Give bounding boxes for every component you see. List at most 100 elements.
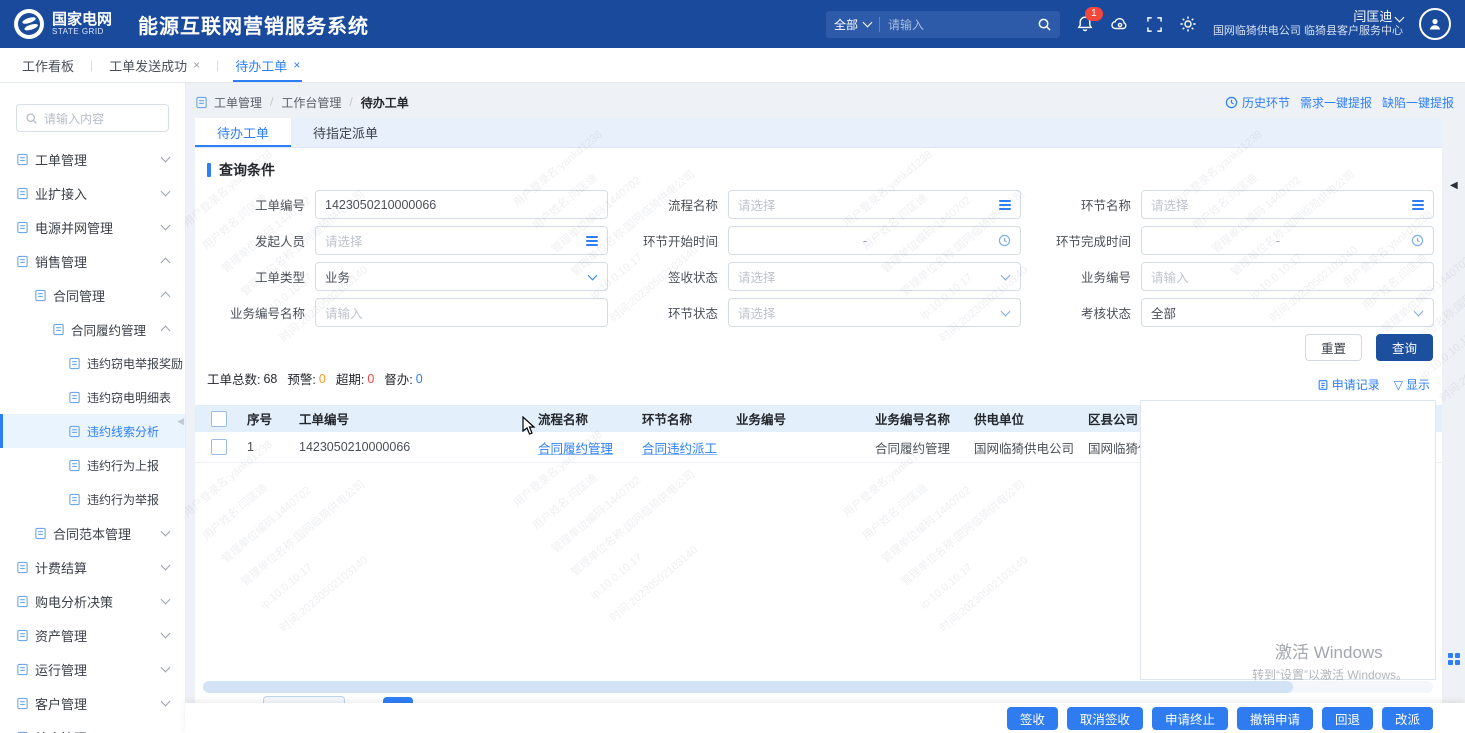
tab-todo-orders[interactable]: 待办工单×	[229, 48, 306, 82]
widget-grid-icon[interactable]	[1448, 653, 1461, 666]
tab-work-dashboard[interactable]: 工作看板	[16, 48, 80, 82]
close-icon[interactable]: ×	[193, 58, 200, 72]
sidebar-item-business-expansion[interactable]: 业扩接入	[0, 176, 185, 210]
user-info[interactable]: 闫匡迪 国网临猗供电公司 临猗县客户服务中心	[1213, 9, 1403, 39]
sidebar-item-operation-management[interactable]: 运行管理	[0, 652, 185, 686]
tab-order-sent[interactable]: 工单发送成功×	[103, 48, 206, 82]
breadcrumb-item[interactable]: 工单管理	[214, 94, 262, 111]
defect-report-link[interactable]: 缺陷一键提报	[1382, 94, 1454, 111]
tab-to-assign[interactable]: 待指定派单	[291, 118, 400, 147]
select-all-checkbox[interactable]	[211, 411, 227, 427]
close-icon[interactable]: ×	[293, 58, 300, 72]
sidebar-item-contract-template[interactable]: 合同范本管理	[0, 516, 185, 550]
sidebar-item-comprehensive-management[interactable]: 综合管理	[0, 720, 185, 733]
search-button[interactable]: 查询	[1376, 334, 1433, 361]
horizontal-scrollbar[interactable]	[203, 681, 1433, 693]
revoke-apply-button[interactable]: 撤销申请	[1237, 707, 1313, 730]
history-steps-link[interactable]: 历史环节	[1225, 94, 1290, 111]
sidebar-item-contract-performance[interactable]: 合同履约管理	[0, 312, 185, 346]
sidebar-item-billing-settlement[interactable]: 计费结算	[0, 550, 185, 584]
sidebar-item-violation-detail-table[interactable]: 违约窃电明细表	[0, 380, 185, 414]
sidebar-item-work-order-management[interactable]: 工单管理	[0, 142, 185, 176]
chevron-up-icon	[161, 292, 171, 302]
avatar[interactable]	[1419, 8, 1451, 40]
field-placeholder: 请输入	[1151, 267, 1424, 286]
step-start-time-range[interactable]: -	[728, 226, 1021, 255]
row-checkbox[interactable]	[211, 439, 227, 455]
field-step-name: 环节名称 请选择	[1021, 190, 1434, 219]
apply-record-link[interactable]: 申请记录	[1317, 376, 1380, 393]
sidebar-item-power-purchase-analysis[interactable]: 购电分析决策	[0, 584, 185, 618]
sidebar: 请输入内容 工单管理 业扩接入 电源并网管理 销售管理 合同管理 合同履约管理 …	[0, 82, 186, 733]
search-scope-select[interactable]: 全部	[834, 16, 871, 33]
doc-icon	[16, 663, 29, 676]
sidebar-item-violation-behavior-report[interactable]: 违约行为上报	[0, 448, 185, 482]
initiator-picker[interactable]: 请选择	[315, 226, 608, 255]
order-no-input[interactable]: 1423050210000066	[315, 190, 608, 219]
reset-button[interactable]: 重置	[1305, 334, 1362, 361]
sidebar-item-power-grid-connection[interactable]: 电源并网管理	[0, 210, 185, 244]
step-name-picker[interactable]: 请选择	[1141, 190, 1434, 219]
sidebar-item-sales-management[interactable]: 销售管理	[0, 244, 185, 278]
doc-icon	[16, 221, 29, 234]
field-label: 考核状态	[1021, 303, 1141, 322]
cloud-icon[interactable]	[1110, 15, 1130, 33]
sidebar-item-customer-management[interactable]: 客户管理	[0, 686, 185, 720]
global-search[interactable]: 全部 请输入	[826, 11, 1060, 38]
step-link[interactable]: 合同违约派工	[642, 442, 717, 456]
process-name-picker[interactable]: 请选择	[728, 190, 1021, 219]
process-link[interactable]: 合同履约管理	[538, 442, 613, 456]
sidebar-item-asset-management[interactable]: 资产管理	[0, 618, 185, 652]
sidebar-item-violation-behavior-tipoff[interactable]: 违约行为举报	[0, 482, 185, 516]
gear-icon[interactable]	[1179, 15, 1197, 33]
sign-button[interactable]: 签收	[1007, 707, 1058, 730]
sidebar-item-label: 违约行为上报	[87, 457, 159, 474]
brand: 国家电网 STATE GRID 能源互联网营销服务系统	[0, 9, 369, 39]
step-finish-time-range[interactable]: -	[1141, 226, 1434, 255]
biz-no-input[interactable]: 请输入	[1141, 262, 1434, 291]
brand-name-cn: 国家电网	[52, 12, 112, 27]
chevron-down-icon	[161, 663, 171, 673]
clock-icon	[1225, 96, 1238, 109]
assess-status-select[interactable]: 全部	[1141, 298, 1434, 327]
step-status-select[interactable]: 请选择	[728, 298, 1021, 327]
stat-total-label: 工单总数:	[207, 369, 260, 388]
sidebar-collapse-handle-icon[interactable]: ◀	[177, 416, 184, 427]
link-label: 显示	[1406, 376, 1430, 393]
field-label: 业务编号名称	[195, 303, 315, 322]
tab-todo[interactable]: 待办工单	[195, 118, 291, 147]
sidebar-item-violation-report-reward[interactable]: 违约窃电举报奖励	[0, 346, 185, 380]
sidebar-item-violation-clue-analysis[interactable]: 违约线索分析	[0, 414, 185, 448]
sidebar-item-label: 购电分析决策	[35, 592, 113, 611]
link-label: 需求一键提报	[1300, 94, 1372, 111]
user-org: 国网临猗供电公司 临猗县客户服务中心	[1213, 24, 1403, 39]
doc-icon	[34, 289, 47, 302]
order-type-select[interactable]: 业务	[315, 262, 608, 291]
search-input[interactable]: 请输入	[888, 16, 1037, 33]
breadcrumb-item[interactable]: 工作台管理	[281, 94, 341, 111]
scrollbar-thumb[interactable]	[203, 681, 1293, 693]
divider: |	[90, 58, 93, 72]
rollback-button[interactable]: 回退	[1322, 707, 1373, 730]
cancel-sign-button[interactable]: 取消签收	[1067, 707, 1143, 730]
col-supply-org: 供电单位	[974, 409, 1088, 428]
apply-terminate-button[interactable]: 申请终止	[1152, 707, 1228, 730]
sidebar-search-input[interactable]: 请输入内容	[16, 104, 169, 132]
sign-status-select[interactable]: 请选择	[728, 262, 1021, 291]
quick-links: 历史环节 需求一键提报 缺陷一键提报	[1225, 94, 1460, 111]
reassign-button[interactable]: 改派	[1382, 707, 1433, 730]
field-label: 环节名称	[1021, 195, 1141, 214]
chevron-down-icon	[161, 527, 171, 537]
chevron-down-icon	[161, 629, 171, 639]
breadcrumb-separator: /	[270, 95, 273, 109]
biz-no-name-input[interactable]: 请输入	[315, 298, 608, 327]
display-toggle-link[interactable]: ▽ 显示	[1394, 376, 1430, 393]
notification-bell-icon[interactable]: 1	[1076, 15, 1094, 33]
search-icon[interactable]	[1037, 17, 1052, 32]
sidebar-item-contract-management[interactable]: 合同管理	[0, 278, 185, 312]
query-form: 工单编号 1423050210000066 流程名称 请选择 环节名称 请选择 …	[195, 184, 1442, 327]
demand-report-link[interactable]: 需求一键提报	[1300, 94, 1372, 111]
panel-collapse-icon[interactable]: ◀	[1450, 180, 1458, 191]
fullscreen-scan-icon[interactable]	[1146, 16, 1163, 33]
app-title: 能源互联网营销服务系统	[138, 10, 369, 39]
